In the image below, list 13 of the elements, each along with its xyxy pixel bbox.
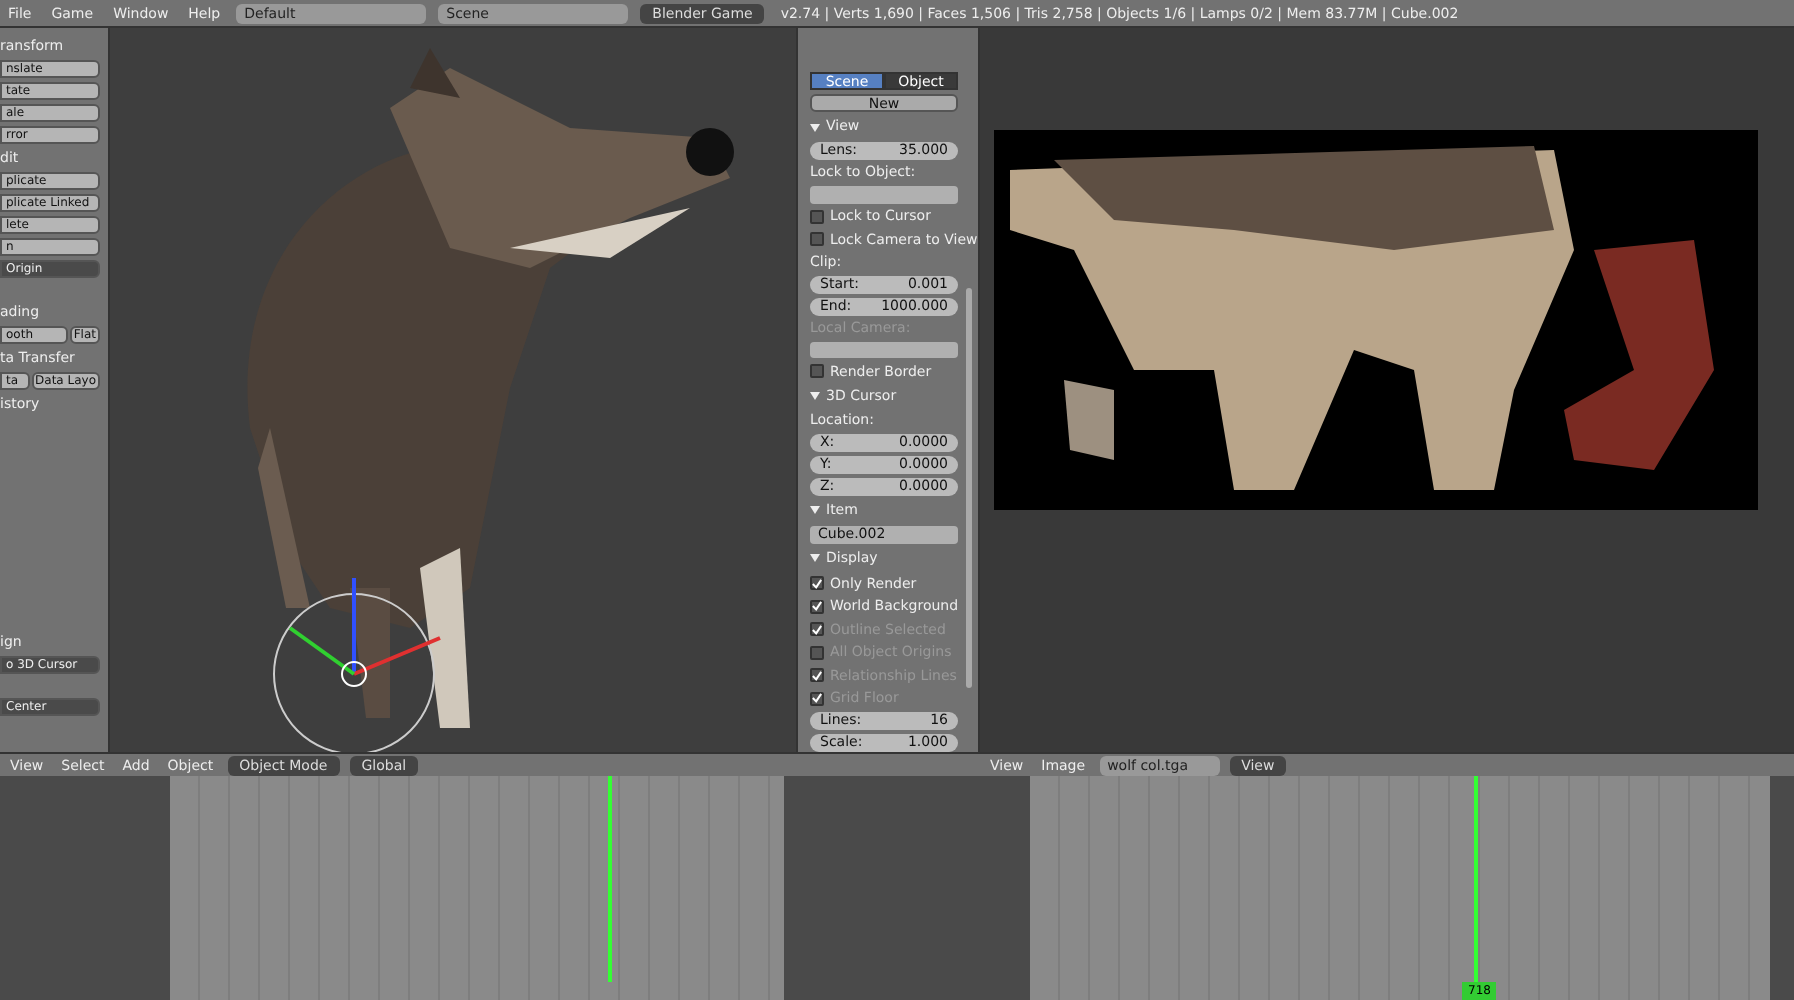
checkbox[interactable] [810, 599, 824, 614]
checkbox[interactable] [810, 576, 824, 591]
caret-icon[interactable] [810, 392, 820, 401]
caret-icon[interactable] [810, 554, 820, 563]
scrollbar[interactable] [1770, 776, 1794, 1000]
checkbox[interactable] [810, 232, 824, 247]
input-field[interactable] [810, 341, 958, 359]
checkbox[interactable] [810, 209, 824, 224]
caret-icon[interactable] [810, 506, 820, 515]
caret-icon[interactable] [810, 123, 820, 131]
input-field[interactable] [810, 186, 958, 204]
scrollbar[interactable] [966, 288, 972, 688]
checkbox[interactable] [810, 364, 824, 379]
